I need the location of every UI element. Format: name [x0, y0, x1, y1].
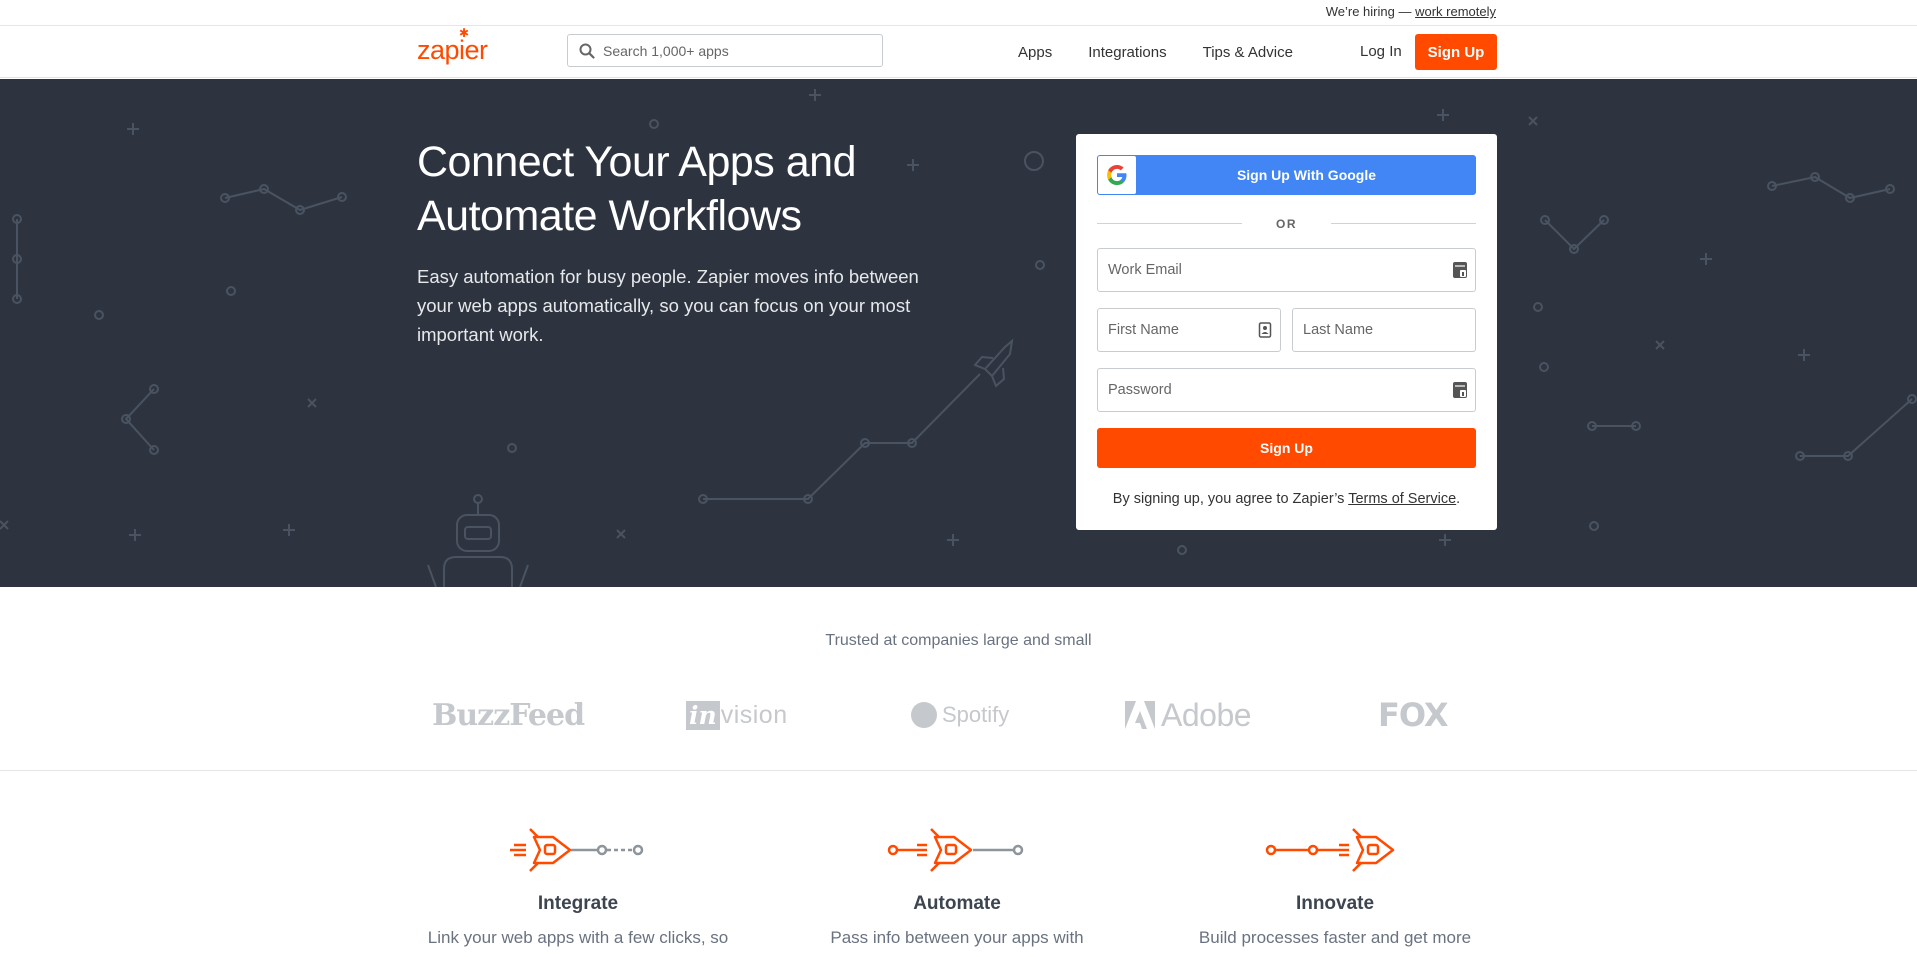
or-divider: OR: [1097, 217, 1476, 231]
terms-prefix: By signing up, you agree to Zapier’s: [1112, 491, 1345, 507]
invision-logo-wordmark: vision: [720, 700, 788, 729]
section-divider: [0, 770, 1917, 771]
app-search[interactable]: [567, 34, 883, 67]
adobe-icon: [1125, 701, 1155, 729]
hero-section: Connect Your Apps and Automate Workflows…: [0, 79, 1917, 587]
google-signup-button[interactable]: Sign Up With Google: [1097, 155, 1476, 195]
signup-card: Sign Up With Google OR Work Email First …: [1076, 134, 1497, 530]
logo-asterisk-icon: ✱: [459, 26, 469, 40]
password-input[interactable]: [1098, 369, 1475, 411]
last-name-field[interactable]: [1292, 308, 1476, 352]
contact-card-icon[interactable]: [1258, 322, 1272, 338]
search-input[interactable]: [603, 35, 873, 66]
password-field[interactable]: [1097, 368, 1476, 412]
spotify-logo: Spotify: [911, 690, 1009, 740]
feature-integrate: Integrate Link your web apps with a few …: [418, 825, 738, 950]
feature-text: Link your web apps with a few clicks, so: [427, 928, 729, 947]
hero-title: Connect Your Apps and Automate Workflows: [417, 138, 856, 240]
nav-link-tips-advice[interactable]: Tips & Advice: [1203, 44, 1293, 61]
rocket-integrate-icon: [510, 828, 644, 872]
feature-title: Integrate: [537, 893, 619, 914]
work-email-field[interactable]: [1097, 248, 1476, 292]
signup-nav-button[interactable]: Sign Up: [1415, 34, 1497, 70]
buzzfeed-logo: BuzzFeed: [432, 697, 585, 733]
logo-text: zapier: [417, 35, 488, 65]
trusted-heading: Trusted at companies large and small: [825, 632, 1092, 649]
first-name-input[interactable]: [1098, 309, 1280, 351]
signup-submit-button[interactable]: Sign Up: [1097, 428, 1476, 468]
feature-title: Automate: [913, 893, 1001, 914]
nav-links: Apps Integrations Tips & Advice: [1018, 44, 1329, 61]
spotify-wordmark: Spotify: [942, 702, 1010, 727]
top-nav: zapier ✱ Apps Integrations Tips & Advice…: [0, 26, 1917, 78]
nav-link-apps[interactable]: Apps: [1018, 44, 1052, 61]
google-signup-label: Sign Up With Google: [1236, 167, 1377, 183]
fox-logo: FOX: [1378, 696, 1449, 734]
terms-of-service-link[interactable]: Terms of Service: [1348, 491, 1456, 507]
work-remotely-link[interactable]: work remotely: [1415, 4, 1496, 19]
login-link[interactable]: Log In: [1360, 43, 1402, 60]
invision-logo: in vision: [686, 690, 788, 740]
password-manager-icon[interactable]: [1453, 262, 1467, 278]
or-text: OR: [1276, 217, 1297, 231]
zapier-logo[interactable]: zapier ✱: [417, 26, 488, 66]
search-icon: [579, 43, 595, 59]
hiring-text: We’re hiring — work remotely: [1326, 4, 1496, 19]
adobe-logo: Adobe: [1125, 690, 1252, 740]
rocket-innovate-icon: [1265, 828, 1395, 872]
feature-text: Pass info between your apps with: [830, 928, 1084, 947]
hero-subtitle: Easy automation for busy people. Zapier …: [417, 266, 919, 345]
company-logos: BuzzFeed in vision Spotify Adobe FOX: [0, 690, 1917, 740]
divider-line-right: [1331, 223, 1476, 224]
invision-logo-mark: in: [686, 700, 720, 730]
feature-innovate: Innovate Build processes faster and get …: [1175, 825, 1495, 950]
last-name-input[interactable]: [1293, 309, 1475, 351]
hiring-prefix: We’re hiring —: [1325, 4, 1412, 19]
hiring-banner: We’re hiring — work remotely: [0, 0, 1917, 26]
feature-title: Innovate: [1295, 893, 1375, 914]
work-email-input[interactable]: [1098, 249, 1475, 291]
rocket-automate-icon: [887, 828, 1024, 872]
feature-automate: Automate Pass info between your apps wit…: [797, 825, 1117, 950]
first-name-field[interactable]: [1097, 308, 1281, 352]
password-manager-icon[interactable]: [1453, 382, 1467, 398]
adobe-wordmark: Adobe: [1161, 696, 1252, 733]
terms-notice: By signing up, you agree to Zapier’s Ter…: [1076, 491, 1497, 507]
nav-link-integrations[interactable]: Integrations: [1088, 44, 1166, 61]
terms-suffix: .: [1456, 491, 1461, 507]
feature-text: Build processes faster and get more: [1198, 928, 1472, 947]
google-icon: [1098, 156, 1136, 194]
hero-background-illustration: [0, 89, 1917, 587]
spotify-icon: [911, 702, 937, 728]
